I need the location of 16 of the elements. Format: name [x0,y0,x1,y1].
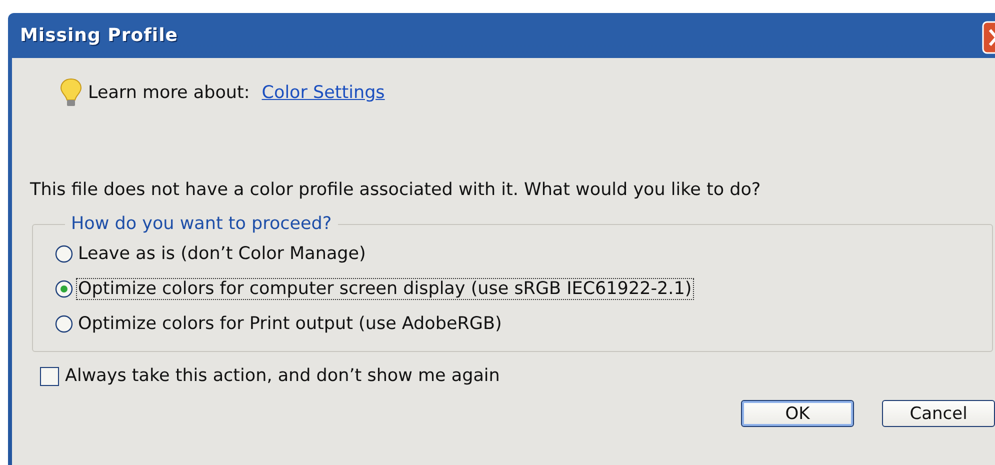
option-label[interactable]: Optimize colors for computer screen display (use sRGB IEC61922-2.1) [76,278,694,300]
checkbox-label: Always take this action, and don’t show me again [65,366,500,386]
ok-button[interactable]: OK [741,400,854,427]
radio-button[interactable] [55,314,73,332]
lightbulb-icon [60,78,82,108]
option-label[interactable]: Optimize colors for Print output (use AdobeRGB) [76,312,504,334]
window-title: Missing Profile [20,25,178,46]
radio-button[interactable] [55,280,73,298]
checkbox[interactable] [40,366,59,386]
group-legend: How do you want to proceed? [65,214,338,234]
radio-button[interactable] [55,244,73,262]
cancel-button[interactable]: Cancel [882,400,995,427]
option-label[interactable]: Leave as is (don’t Color Manage) [76,242,368,264]
message-text: This file does not have a color profile associated with it. What would you like to do? [30,180,761,200]
color-settings-link[interactable]: Color Settings [262,83,385,103]
learn-more-label: Learn more about: [88,83,250,103]
